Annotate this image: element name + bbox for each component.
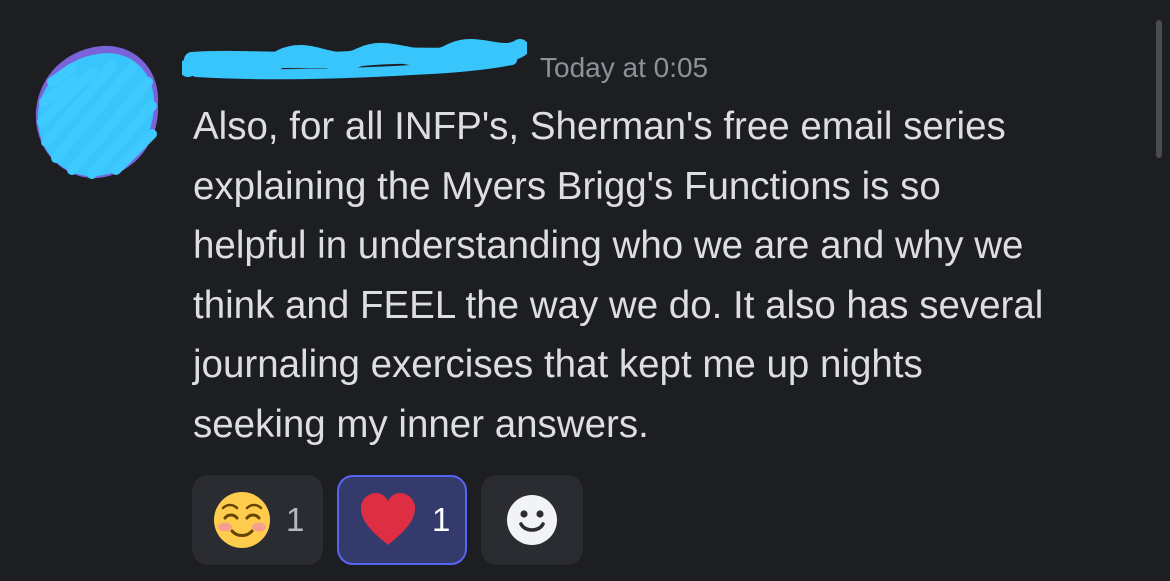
message-line: journaling exercises that kept me up nig… [193, 343, 923, 386]
reaction-count: 1 [432, 501, 451, 538]
smiley-face-icon [507, 495, 557, 545]
scrollbar[interactable] [1156, 20, 1162, 158]
chat-message: Today at 0:05 Also, for all INFP's, Sher… [0, 0, 1170, 581]
reaction-red-heart[interactable]: 1 [337, 475, 467, 565]
red-heart-icon [360, 493, 416, 545]
message-content: Also, for all INFP's, Sherman's free ema… [193, 97, 1138, 454]
add-reaction-button[interactable] [481, 475, 583, 565]
message-line: Also, for all INFP's, Sherman's free ema… [193, 105, 1006, 148]
message-timestamp[interactable]: Today at 0:05 [540, 50, 708, 86]
message-line: explaining the Myers Brigg's Functions i… [193, 164, 941, 208]
message-line: seeking my inner answers. [193, 402, 649, 446]
reactions-bar: 1 1 [192, 475, 583, 565]
reaction-smiling-face[interactable]: 1 [192, 475, 323, 565]
smiling-face-icon [214, 492, 270, 548]
redacted-username [182, 39, 527, 80]
reaction-count: 1 [286, 501, 305, 538]
message-line: think and FEEL the way we do. It also ha… [193, 283, 1044, 327]
message-line: helpful in understanding who we are and … [193, 224, 1024, 267]
avatar[interactable] [32, 42, 164, 182]
